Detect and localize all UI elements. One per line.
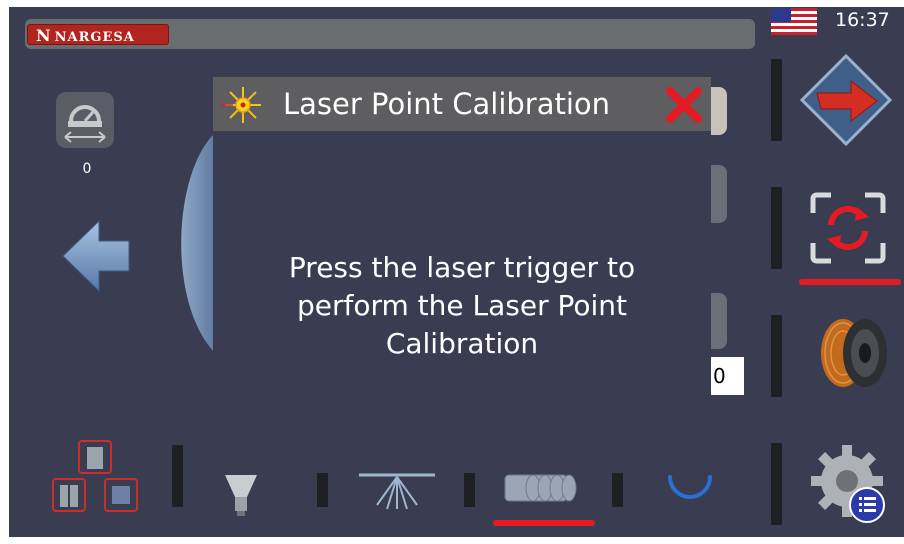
hidden-control-2 [711,165,727,223]
hidden-control-3 [711,293,727,349]
separator [612,473,623,507]
selected-indicator [799,279,901,285]
laser-icon [221,87,261,123]
separator [771,315,782,397]
bending-rolls-icon[interactable] [503,473,581,503]
dialog-message: Press the laser trigger to perform the L… [213,249,711,363]
speed-value: 0 [82,161,92,177]
dialog-message-line: Press the laser trigger to [288,251,636,284]
arc-icon[interactable] [665,469,715,503]
lens-shape [181,133,215,353]
speedometer-icon[interactable] [55,91,115,149]
dialog-message-line: perform the Laser Point [296,289,628,322]
value-field[interactable]: 0 [711,357,744,395]
separator [771,443,782,525]
separator [771,59,782,141]
clock: 16:37 [835,9,890,31]
dialog-title: Laser Point Calibration [283,87,611,121]
dialog-message-line: Calibration [385,327,539,360]
separator [317,473,328,507]
parts-icon[interactable] [51,439,141,515]
selected-indicator [493,520,595,526]
separator [464,473,475,507]
us-flag-icon[interactable] [771,8,817,35]
spool-icon[interactable] [813,315,889,391]
separator [771,187,782,269]
next-arrow-icon[interactable] [799,53,893,147]
hidden-control-1 [711,87,727,135]
calibration-dialog: Laser Point Calibration Press the laser … [213,77,711,371]
brand-logo: N NARGESA [27,24,169,45]
refresh-icon[interactable] [809,191,887,265]
laser-beam-icon[interactable] [359,471,435,511]
back-arrow-icon[interactable] [61,219,131,293]
main-screen: N NARGESA 16:37 0 0 Laser Point Calibrat… [9,7,904,537]
close-icon[interactable] [665,86,703,124]
separator [172,445,183,507]
settings-gear-icon[interactable] [809,443,891,525]
light-bulb-icon[interactable] [223,473,259,517]
